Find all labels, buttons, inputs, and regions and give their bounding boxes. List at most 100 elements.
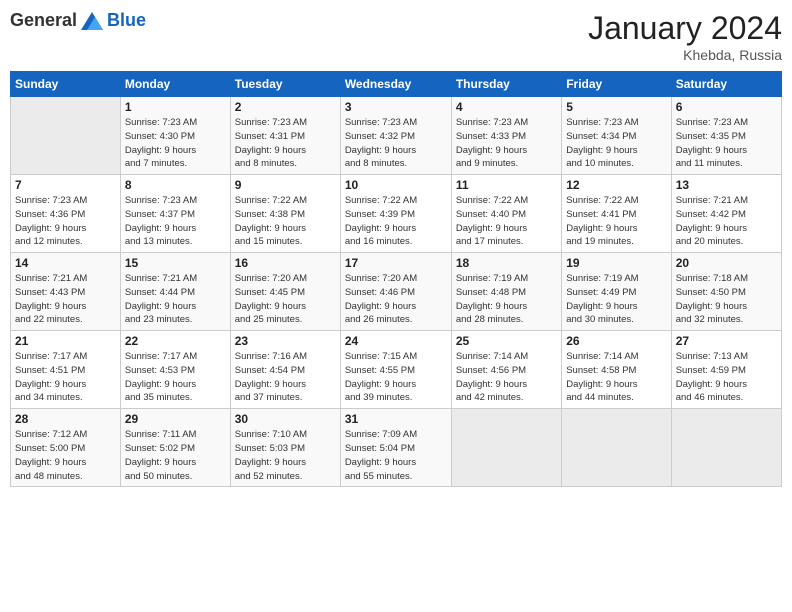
day-cell: 10 Sunrise: 7:22 AMSunset: 4:39 PMDayligh…: [340, 175, 451, 253]
day-number: 9: [235, 178, 336, 192]
day-number: 19: [566, 256, 666, 270]
day-number: 12: [566, 178, 666, 192]
day-cell: 21 Sunrise: 7:17 AMSunset: 4:51 PMDayligh…: [11, 331, 121, 409]
day-info: Sunrise: 7:18 AMSunset: 4:50 PMDaylight:…: [676, 272, 777, 327]
day-info: Sunrise: 7:21 AMSunset: 4:42 PMDaylight:…: [676, 194, 777, 249]
title-block: January 2024 Khebda, Russia: [588, 10, 782, 63]
month-title: January 2024: [588, 10, 782, 47]
page-header: General Blue January 2024 Khebda, Russia: [10, 10, 782, 63]
column-header-wednesday: Wednesday: [340, 72, 451, 97]
day-cell: 15Sunrise: 7:21 AMSunset: 4:44 PMDayligh…: [120, 253, 230, 331]
week-row-1: 7Sunrise: 7:23 AMSunset: 4:36 PMDaylight…: [11, 175, 782, 253]
day-info: Sunrise: 7:17 AMSunset: 4:51 PMDaylight:…: [15, 350, 116, 405]
day-number: 8: [125, 178, 226, 192]
day-number: 11: [456, 178, 557, 192]
day-info: Sunrise: 7:23 AMSunset: 4:35 PMDaylight:…: [676, 116, 777, 171]
day-info: Sunrise: 7:23 AMSunset: 4:30 PMDaylight:…: [125, 116, 226, 171]
day-number: 6: [676, 100, 777, 114]
header-row: SundayMondayTuesdayWednesdayThursdayFrid…: [11, 72, 782, 97]
day-cell: 5 Sunrise: 7:23 AMSunset: 4:34 PMDaylight…: [562, 97, 671, 175]
day-info: Sunrise: 7:22 AMSunset: 4:39 PMDaylight:…: [345, 194, 447, 249]
day-info: Sunrise: 7:14 AMSunset: 4:56 PMDaylight:…: [456, 350, 557, 405]
day-info: Sunrise: 7:22 AMSunset: 4:38 PMDaylight:…: [235, 194, 336, 249]
day-info: Sunrise: 7:23 AMSunset: 4:31 PMDaylight:…: [235, 116, 336, 171]
day-cell: 26 Sunrise: 7:14 AMSunset: 4:58 PMDayligh…: [562, 331, 671, 409]
column-header-sunday: Sunday: [11, 72, 121, 97]
column-header-saturday: Saturday: [671, 72, 781, 97]
day-cell: 19Sunrise: 7:19 AMSunset: 4:49 PMDayligh…: [562, 253, 671, 331]
day-cell: [451, 409, 561, 487]
day-number: 3: [345, 100, 447, 114]
day-info: Sunrise: 7:14 AMSunset: 4:58 PMDaylight:…: [566, 350, 666, 405]
logo-general: General: [10, 10, 77, 31]
day-info: Sunrise: 7:15 AMSunset: 4:55 PMDaylight:…: [345, 350, 447, 405]
day-info: Sunrise: 7:23 AMSunset: 4:37 PMDaylight:…: [125, 194, 226, 249]
week-row-4: 28 Sunrise: 7:12 AMSunset: 5:00 PMDayligh…: [11, 409, 782, 487]
day-cell: 9 Sunrise: 7:22 AMSunset: 4:38 PMDaylight…: [230, 175, 340, 253]
day-number: 1: [125, 100, 226, 114]
day-number: 14: [15, 256, 116, 270]
day-number: 10: [345, 178, 447, 192]
day-info: Sunrise: 7:21 AMSunset: 4:43 PMDaylight:…: [15, 272, 116, 327]
day-number: 26: [566, 334, 666, 348]
day-cell: 31Sunrise: 7:09 AMSunset: 5:04 PMDayligh…: [340, 409, 451, 487]
day-cell: 3Sunrise: 7:23 AMSunset: 4:32 PMDaylight…: [340, 97, 451, 175]
day-number: 2: [235, 100, 336, 114]
day-cell: 2 Sunrise: 7:23 AMSunset: 4:31 PMDaylight…: [230, 97, 340, 175]
day-info: Sunrise: 7:23 AMSunset: 4:36 PMDaylight:…: [15, 194, 116, 249]
day-cell: 28 Sunrise: 7:12 AMSunset: 5:00 PMDayligh…: [11, 409, 121, 487]
day-cell: 6 Sunrise: 7:23 AMSunset: 4:35 PMDaylight…: [671, 97, 781, 175]
week-row-2: 14 Sunrise: 7:21 AMSunset: 4:43 PMDayligh…: [11, 253, 782, 331]
day-info: Sunrise: 7:13 AMSunset: 4:59 PMDaylight:…: [676, 350, 777, 405]
logo-blue: Blue: [107, 10, 146, 31]
location-title: Khebda, Russia: [588, 47, 782, 63]
day-number: 21: [15, 334, 116, 348]
day-cell: [671, 409, 781, 487]
day-info: Sunrise: 7:11 AMSunset: 5:02 PMDaylight:…: [125, 428, 226, 483]
day-number: 27: [676, 334, 777, 348]
day-info: Sunrise: 7:23 AMSunset: 4:33 PMDaylight:…: [456, 116, 557, 171]
day-cell: 4Sunrise: 7:23 AMSunset: 4:33 PMDaylight…: [451, 97, 561, 175]
day-info: Sunrise: 7:23 AMSunset: 4:34 PMDaylight:…: [566, 116, 666, 171]
day-cell: 18Sunrise: 7:19 AMSunset: 4:48 PMDayligh…: [451, 253, 561, 331]
column-header-monday: Monday: [120, 72, 230, 97]
logo: General Blue: [10, 10, 146, 31]
day-number: 23: [235, 334, 336, 348]
day-cell: 12Sunrise: 7:22 AMSunset: 4:41 PMDayligh…: [562, 175, 671, 253]
day-number: 5: [566, 100, 666, 114]
day-cell: 25 Sunrise: 7:14 AMSunset: 4:56 PMDayligh…: [451, 331, 561, 409]
calendar-table: SundayMondayTuesdayWednesdayThursdayFrid…: [10, 71, 782, 487]
day-cell: 17 Sunrise: 7:20 AMSunset: 4:46 PMDayligh…: [340, 253, 451, 331]
day-cell: 13 Sunrise: 7:21 AMSunset: 4:42 PMDayligh…: [671, 175, 781, 253]
day-cell: 27 Sunrise: 7:13 AMSunset: 4:59 PMDayligh…: [671, 331, 781, 409]
day-cell: 16Sunrise: 7:20 AMSunset: 4:45 PMDayligh…: [230, 253, 340, 331]
day-info: Sunrise: 7:12 AMSunset: 5:00 PMDaylight:…: [15, 428, 116, 483]
day-number: 15: [125, 256, 226, 270]
day-cell: 24Sunrise: 7:15 AMSunset: 4:55 PMDayligh…: [340, 331, 451, 409]
day-cell: 1 Sunrise: 7:23 AMSunset: 4:30 PMDaylight…: [120, 97, 230, 175]
day-cell: 8 Sunrise: 7:23 AMSunset: 4:37 PMDaylight…: [120, 175, 230, 253]
day-number: 28: [15, 412, 116, 426]
column-header-tuesday: Tuesday: [230, 72, 340, 97]
day-cell: 22Sunrise: 7:17 AMSunset: 4:53 PMDayligh…: [120, 331, 230, 409]
day-cell: 14 Sunrise: 7:21 AMSunset: 4:43 PMDayligh…: [11, 253, 121, 331]
calendar-header: SundayMondayTuesdayWednesdayThursdayFrid…: [11, 72, 782, 97]
day-info: Sunrise: 7:19 AMSunset: 4:48 PMDaylight:…: [456, 272, 557, 327]
day-info: Sunrise: 7:22 AMSunset: 4:40 PMDaylight:…: [456, 194, 557, 249]
day-number: 30: [235, 412, 336, 426]
day-info: Sunrise: 7:20 AMSunset: 4:45 PMDaylight:…: [235, 272, 336, 327]
day-info: Sunrise: 7:09 AMSunset: 5:04 PMDaylight:…: [345, 428, 447, 483]
day-cell: 23Sunrise: 7:16 AMSunset: 4:54 PMDayligh…: [230, 331, 340, 409]
day-number: 25: [456, 334, 557, 348]
day-number: 17: [345, 256, 447, 270]
day-info: Sunrise: 7:10 AMSunset: 5:03 PMDaylight:…: [235, 428, 336, 483]
week-row-3: 21 Sunrise: 7:17 AMSunset: 4:51 PMDayligh…: [11, 331, 782, 409]
column-header-friday: Friday: [562, 72, 671, 97]
day-cell: 30 Sunrise: 7:10 AMSunset: 5:03 PMDayligh…: [230, 409, 340, 487]
day-number: 22: [125, 334, 226, 348]
day-number: 13: [676, 178, 777, 192]
day-cell: 29Sunrise: 7:11 AMSunset: 5:02 PMDayligh…: [120, 409, 230, 487]
column-header-thursday: Thursday: [451, 72, 561, 97]
logo-icon: [81, 12, 103, 30]
day-info: Sunrise: 7:20 AMSunset: 4:46 PMDaylight:…: [345, 272, 447, 327]
